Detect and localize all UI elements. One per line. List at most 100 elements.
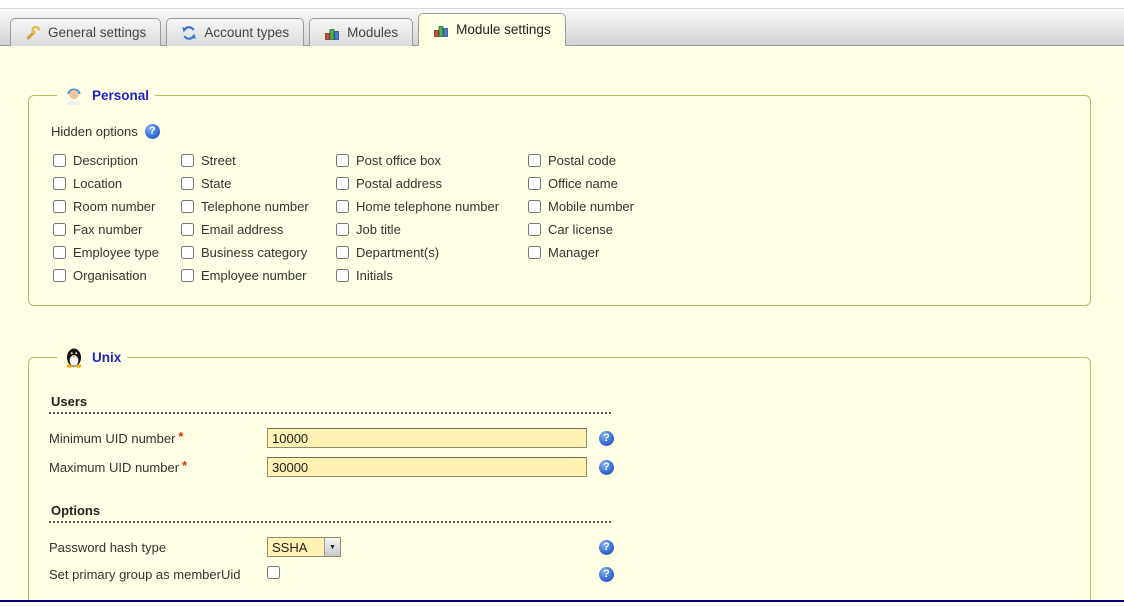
hidden-option-item[interactable]: Car license bbox=[528, 222, 634, 237]
hidden-option-item[interactable]: Organisation bbox=[53, 268, 181, 283]
hidden-option-checkbox[interactable] bbox=[181, 177, 194, 190]
hidden-option-checkbox[interactable] bbox=[181, 154, 194, 167]
footer-space bbox=[0, 602, 1124, 607]
options-subheader: Options bbox=[49, 501, 611, 523]
max-uid-input[interactable] bbox=[267, 457, 587, 477]
unix-section: Unix Users Minimum UID number* ? Maximum… bbox=[28, 346, 1091, 600]
hidden-option-item[interactable]: Room number bbox=[53, 199, 181, 214]
hidden-option-checkbox[interactable] bbox=[53, 200, 66, 213]
hidden-option-checkbox[interactable] bbox=[528, 246, 541, 259]
hidden-option-item[interactable]: Description bbox=[53, 153, 181, 168]
hidden-option-checkbox[interactable] bbox=[181, 223, 194, 236]
required-marker: * bbox=[182, 458, 187, 473]
help-icon[interactable]: ? bbox=[599, 567, 614, 582]
checkbox-label: Car license bbox=[548, 222, 613, 237]
hidden-option-checkbox[interactable] bbox=[336, 246, 349, 259]
checkbox-label: Description bbox=[73, 153, 138, 168]
hidden-option-checkbox[interactable] bbox=[53, 177, 66, 190]
hidden-option-item[interactable]: Email address bbox=[181, 222, 336, 237]
hidden-option-checkbox[interactable] bbox=[528, 154, 541, 167]
hidden-option-item[interactable]: Office name bbox=[528, 176, 634, 191]
hidden-option-item[interactable]: Fax number bbox=[53, 222, 181, 237]
hidden-options-column: Postal code Office name Mobile number Ca… bbox=[528, 153, 634, 291]
hidden-option-item[interactable]: Telephone number bbox=[181, 199, 336, 214]
checkbox-label: Home telephone number bbox=[356, 199, 499, 214]
hidden-option-item[interactable]: Postal code bbox=[528, 153, 634, 168]
hidden-option-item[interactable]: Employee number bbox=[181, 268, 336, 283]
hidden-option-item[interactable]: Employee type bbox=[53, 245, 181, 260]
checkbox-label: Department(s) bbox=[356, 245, 439, 260]
hidden-option-checkbox[interactable] bbox=[336, 269, 349, 282]
checkbox-label: Mobile number bbox=[548, 199, 634, 214]
member-uid-row: Set primary group as memberUid ? bbox=[49, 566, 1070, 582]
hidden-option-item[interactable]: Location bbox=[53, 176, 181, 191]
hidden-options-row: Hidden options ? bbox=[51, 124, 1070, 139]
hidden-option-item[interactable]: Mobile number bbox=[528, 199, 634, 214]
hidden-option-item[interactable]: Home telephone number bbox=[336, 199, 528, 214]
hidden-option-checkbox[interactable] bbox=[528, 223, 541, 236]
personal-section-legend: Personal bbox=[57, 84, 155, 106]
hidden-options-label: Hidden options bbox=[51, 124, 138, 139]
tab-account-types[interactable]: Account types bbox=[166, 18, 304, 46]
hidden-option-item[interactable]: Business category bbox=[181, 245, 336, 260]
tab-module-settings[interactable]: Module settings bbox=[418, 13, 566, 46]
tab-label: General settings bbox=[48, 25, 146, 40]
hidden-option-checkbox[interactable] bbox=[336, 177, 349, 190]
help-icon[interactable]: ? bbox=[145, 124, 160, 139]
field-label-text: Minimum UID number bbox=[49, 431, 175, 446]
hidden-options-column: Street State Telephone number Email addr… bbox=[181, 153, 336, 291]
hidden-option-item[interactable]: State bbox=[181, 176, 336, 191]
hidden-option-checkbox[interactable] bbox=[53, 154, 66, 167]
selected-value: SSHA bbox=[268, 540, 324, 555]
checkbox-label: Postal code bbox=[548, 153, 616, 168]
hidden-option-checkbox[interactable] bbox=[53, 246, 66, 259]
hidden-option-checkbox[interactable] bbox=[53, 223, 66, 236]
checkbox-label: Street bbox=[201, 153, 236, 168]
hidden-option-item[interactable]: Post office box bbox=[336, 153, 528, 168]
hidden-option-item[interactable]: Manager bbox=[528, 245, 634, 260]
max-uid-label: Maximum UID number* bbox=[49, 460, 267, 475]
hidden-option-checkbox[interactable] bbox=[528, 177, 541, 190]
personal-section: Personal Hidden options ? Description Lo… bbox=[28, 84, 1091, 306]
page: General settings Account types bbox=[0, 0, 1124, 607]
hidden-option-checkbox[interactable] bbox=[336, 154, 349, 167]
password-hash-row: Password hash type SSHA ▼ ? bbox=[49, 537, 1070, 557]
hidden-option-checkbox[interactable] bbox=[181, 269, 194, 282]
hidden-option-item[interactable]: Postal address bbox=[336, 176, 528, 191]
min-uid-label: Minimum UID number* bbox=[49, 431, 267, 446]
chevron-down-icon[interactable]: ▼ bbox=[324, 538, 340, 556]
tab-general-settings[interactable]: General settings bbox=[10, 18, 161, 46]
checkbox-label: Business category bbox=[201, 245, 307, 260]
content-area: Personal Hidden options ? Description Lo… bbox=[0, 46, 1124, 600]
help-icon[interactable]: ? bbox=[599, 460, 614, 475]
tab-modules[interactable]: Modules bbox=[309, 18, 413, 46]
member-uid-label: Set primary group as memberUid bbox=[49, 567, 267, 582]
hidden-option-checkbox[interactable] bbox=[181, 246, 194, 259]
field-label-text: Maximum UID number bbox=[49, 460, 179, 475]
modules-blocks-icon bbox=[324, 25, 340, 41]
member-uid-checkbox[interactable] bbox=[267, 566, 280, 579]
hidden-option-checkbox[interactable] bbox=[53, 269, 66, 282]
help-icon[interactable]: ? bbox=[599, 431, 614, 446]
hidden-option-checkbox[interactable] bbox=[336, 223, 349, 236]
hidden-option-item[interactable]: Department(s) bbox=[336, 245, 528, 260]
help-icon[interactable]: ? bbox=[599, 540, 614, 555]
hidden-options-column: Description Location Room number Fax num… bbox=[53, 153, 181, 291]
min-uid-input[interactable] bbox=[267, 428, 587, 448]
hidden-option-item[interactable]: Street bbox=[181, 153, 336, 168]
checkbox-label: Employee type bbox=[73, 245, 159, 260]
hidden-option-item[interactable]: Job title bbox=[336, 222, 528, 237]
hidden-option-checkbox[interactable] bbox=[181, 200, 194, 213]
hidden-option-item[interactable]: Initials bbox=[336, 268, 528, 283]
checkbox-label: Room number bbox=[73, 199, 155, 214]
hidden-option-checkbox[interactable] bbox=[528, 200, 541, 213]
tab-bar: General settings Account types bbox=[0, 8, 1124, 46]
checkbox-label: Telephone number bbox=[201, 199, 309, 214]
tab-label: Module settings bbox=[456, 22, 551, 37]
person-icon bbox=[63, 84, 85, 106]
checkbox-label: Postal address bbox=[356, 176, 442, 191]
checkbox-label: Manager bbox=[548, 245, 599, 260]
hidden-option-checkbox[interactable] bbox=[336, 200, 349, 213]
required-marker: * bbox=[178, 429, 183, 444]
password-hash-select[interactable]: SSHA ▼ bbox=[267, 537, 341, 557]
